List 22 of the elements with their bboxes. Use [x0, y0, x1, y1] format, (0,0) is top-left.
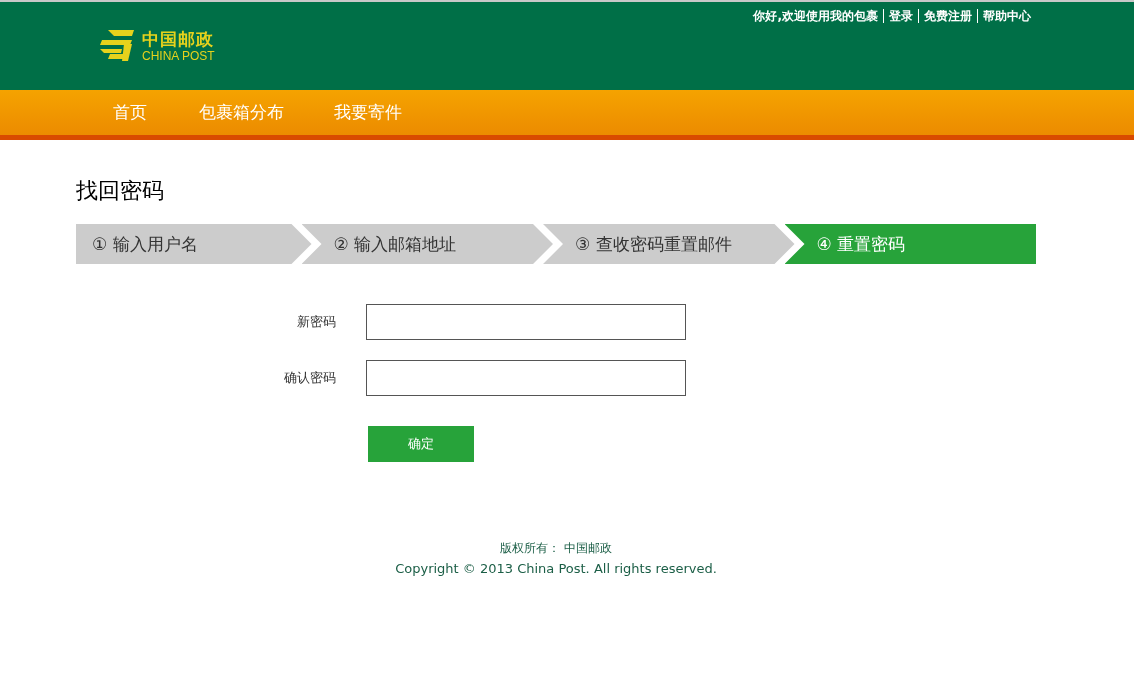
logo-text: 中国邮政	[142, 29, 215, 49]
progress-step: ② 输入邮箱地址	[301, 224, 553, 264]
nav-link[interactable]: 包裹箱分布	[180, 90, 303, 135]
confirm-button[interactable]: 确定	[368, 426, 474, 462]
progress-step: ① 输入用户名	[76, 224, 312, 264]
progress-step: ④ 重置密码	[784, 224, 1036, 264]
header-link[interactable]: 免费注册	[918, 9, 977, 23]
header-link[interactable]: 帮助中心	[977, 9, 1036, 23]
password-field[interactable]	[366, 304, 686, 340]
copyright-owner: 版权所有： 中国邮政	[500, 540, 612, 557]
field-label: 新密码	[296, 313, 336, 331]
header-link[interactable]: 登录	[883, 9, 918, 23]
nav-link[interactable]: 首页	[94, 90, 166, 135]
progress-step: ③ 查收密码重置邮件	[543, 224, 795, 264]
post-emblem-icon	[100, 30, 136, 62]
password-field[interactable]	[366, 360, 686, 396]
nav-link[interactable]: 我要寄件	[315, 90, 421, 135]
copyright-text: Copyright © 2013 China Post. All rights reserved.	[395, 561, 717, 576]
welcome-text: 你好,欢迎使用我的包裹	[753, 9, 879, 23]
field-label: 确认密码	[283, 369, 336, 387]
logo-subtitle: CHINA POST	[142, 48, 215, 63]
page-title: 找回密码	[76, 177, 165, 205]
